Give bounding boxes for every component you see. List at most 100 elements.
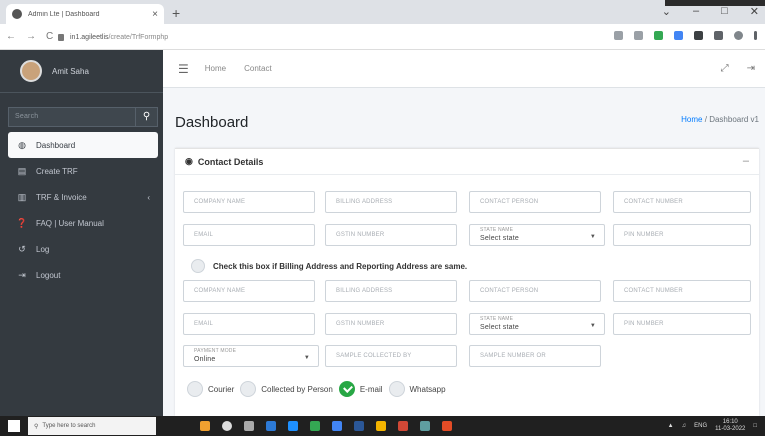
word-icon[interactable] bbox=[354, 421, 364, 431]
sidebar-item-label: Create TRF bbox=[36, 166, 78, 176]
delivery-option-email[interactable]: E-mail bbox=[338, 381, 383, 397]
bookmark-star-icon[interactable] bbox=[634, 31, 643, 40]
radio-circle[interactable] bbox=[240, 381, 257, 397]
delivery-option-collected-by-person[interactable]: Collected by Person bbox=[240, 381, 333, 397]
sample-number-field[interactable]: SAMPLE NUMBER OR bbox=[469, 345, 601, 367]
state-select[interactable]: STATE NAME Select state ▼ bbox=[469, 224, 605, 246]
cortana-icon[interactable] bbox=[222, 421, 232, 431]
same-address-checkbox[interactable] bbox=[191, 259, 205, 273]
breadcrumb-home-link[interactable]: Home bbox=[681, 115, 702, 124]
contact-person-field[interactable]: CONTACT PERSON bbox=[469, 191, 601, 213]
forward-icon[interactable]: → bbox=[26, 31, 36, 42]
sidepanel-icon[interactable] bbox=[714, 31, 723, 40]
search-icon: ⚲ bbox=[34, 423, 39, 430]
user-panel[interactable]: Amit Saha bbox=[0, 50, 163, 93]
state-select-value: Select state bbox=[480, 324, 519, 331]
docs-extension-icon[interactable] bbox=[674, 31, 683, 40]
content-wrapper: Dashboard Home / Dashboard v1 ◉ Contact … bbox=[163, 88, 765, 416]
reporting-email-field[interactable]: EMAIL bbox=[183, 313, 315, 335]
same-address-label: Check this box if Billing Address and Re… bbox=[213, 261, 468, 271]
sidebar-item-create-trf[interactable]: ▤ Create TRF bbox=[8, 158, 158, 184]
reporting-pin-number-field[interactable]: PIN NUMBER bbox=[613, 313, 751, 335]
reporting-billing-address-field[interactable]: BILLING ADDRESS bbox=[325, 280, 457, 302]
menu-kebab-icon[interactable] bbox=[754, 31, 757, 40]
edge-icon[interactable] bbox=[266, 421, 276, 431]
drive-extension-icon[interactable] bbox=[654, 31, 663, 40]
payment-mode-label: PAYMENT MODE bbox=[194, 348, 237, 354]
media-app-icon[interactable] bbox=[442, 421, 452, 431]
new-tab-button[interactable]: + bbox=[172, 5, 180, 21]
chevron-down-icon: ▼ bbox=[589, 234, 596, 240]
minimize-button[interactable]: – bbox=[693, 5, 699, 18]
company-name-field[interactable]: COMPANY NAME bbox=[183, 191, 315, 213]
sidebar-search-input[interactable]: Search bbox=[8, 107, 136, 127]
delivery-option-whatsapp[interactable]: Whatsapp bbox=[388, 381, 446, 397]
delivery-option-courier[interactable]: Courier bbox=[187, 381, 234, 397]
task-view-icon[interactable] bbox=[244, 421, 254, 431]
sidebar-item-trf-invoice[interactable]: ▥ TRF & Invoice ‹ bbox=[8, 184, 158, 210]
nav-contact-link[interactable]: Contact bbox=[244, 64, 272, 73]
taskbar-search-placeholder: Type here to search bbox=[42, 423, 96, 429]
reporting-gstin-number-field[interactable]: GSTIN NUMBER bbox=[325, 313, 457, 335]
contact-number-field[interactable]: CONTACT NUMBER bbox=[613, 191, 751, 213]
profile-icon[interactable] bbox=[734, 31, 743, 40]
radio-circle[interactable] bbox=[388, 381, 405, 397]
reload-icon[interactable]: C bbox=[46, 31, 53, 42]
tab-search-icon[interactable]: ⌄ bbox=[662, 5, 671, 18]
back-icon[interactable]: ← bbox=[6, 31, 16, 42]
maximize-button[interactable]: □ bbox=[721, 5, 728, 18]
sidebar-item-faq[interactable]: ❓ FAQ | User Manual bbox=[8, 210, 158, 236]
extension-icons bbox=[614, 31, 757, 40]
nav-home-link[interactable]: Home bbox=[205, 64, 226, 73]
volume-icon[interactable]: ♫ bbox=[682, 423, 687, 429]
chrome-icon[interactable] bbox=[332, 421, 342, 431]
browser-tab[interactable]: Admin Lte | Dashboard × bbox=[6, 4, 164, 24]
language-indicator[interactable]: ENG bbox=[694, 423, 707, 429]
store-icon[interactable] bbox=[288, 421, 298, 431]
close-window-button[interactable]: ✕ bbox=[750, 5, 759, 18]
radio-label: Collected by Person bbox=[261, 384, 333, 394]
sidebar-item-label: FAQ | User Manual bbox=[36, 218, 104, 228]
reporting-state-select[interactable]: STATE NAME Select state ▼ bbox=[469, 313, 605, 335]
radio-label: E-mail bbox=[359, 384, 383, 394]
notification-icon[interactable]: □ bbox=[753, 423, 757, 429]
sidebar-search: Search ⚲ bbox=[8, 107, 158, 127]
dashboard-icon: ◍ bbox=[18, 139, 26, 150]
email-field[interactable]: EMAIL bbox=[183, 224, 315, 246]
reporting-company-name-field[interactable]: COMPANY NAME bbox=[183, 280, 315, 302]
reporting-contact-number-field[interactable]: CONTACT NUMBER bbox=[613, 280, 751, 302]
network-icon[interactable]: ▲ bbox=[668, 423, 674, 429]
clock[interactable]: 16:10 11-03-2022 bbox=[715, 419, 745, 433]
excel-icon[interactable] bbox=[310, 421, 320, 431]
control-sidebar-icon[interactable]: ⇥ bbox=[747, 63, 755, 74]
sidebar-item-log[interactable]: ↺ Log bbox=[8, 236, 158, 262]
explorer-icon[interactable] bbox=[376, 421, 386, 431]
payment-mode-select[interactable]: PAYMENT MODE Online ▼ bbox=[183, 345, 319, 367]
collapse-button[interactable]: – bbox=[743, 155, 749, 167]
extensions-icon[interactable] bbox=[694, 31, 703, 40]
share-icon[interactable] bbox=[614, 31, 623, 40]
reporting-contact-person-field[interactable]: CONTACT PERSON bbox=[469, 280, 601, 302]
sample-collected-by-field[interactable]: SAMPLE COLLECTED BY bbox=[325, 345, 457, 367]
sidebar-item-label: Dashboard bbox=[36, 140, 76, 150]
pdf-app-icon[interactable] bbox=[398, 421, 408, 431]
fullscreen-icon[interactable]: ⤢ bbox=[721, 63, 729, 74]
sidebar-item-logout[interactable]: ⇥ Logout bbox=[8, 262, 158, 288]
logout-icon: ⇥ bbox=[18, 269, 26, 280]
weather-app-icon[interactable] bbox=[200, 421, 210, 431]
mail-app-icon[interactable] bbox=[420, 421, 430, 431]
taskbar-search-input[interactable]: ⚲ Type here to search bbox=[28, 417, 156, 435]
billing-address-field[interactable]: BILLING ADDRESS bbox=[325, 191, 457, 213]
breadcrumb-separator: / bbox=[704, 115, 707, 124]
windows-start-icon[interactable] bbox=[8, 420, 20, 432]
hamburger-icon[interactable]: ☰ bbox=[178, 62, 189, 76]
chevron-down-icon: ▼ bbox=[303, 355, 310, 361]
url-field[interactable]: in1.agileetlis /create/TrfFormphp bbox=[58, 30, 598, 44]
search-icon[interactable]: ⚲ bbox=[136, 107, 158, 127]
checked-circle-icon[interactable] bbox=[338, 381, 355, 397]
tab-close-icon[interactable]: × bbox=[152, 9, 158, 20]
sidebar-item-dashboard[interactable]: ◍ Dashboard bbox=[8, 132, 158, 158]
gstin-number-field[interactable]: GSTIN NUMBER bbox=[325, 224, 457, 246]
radio-circle[interactable] bbox=[187, 381, 203, 397]
pin-number-field[interactable]: PIN NUMBER bbox=[613, 224, 751, 246]
